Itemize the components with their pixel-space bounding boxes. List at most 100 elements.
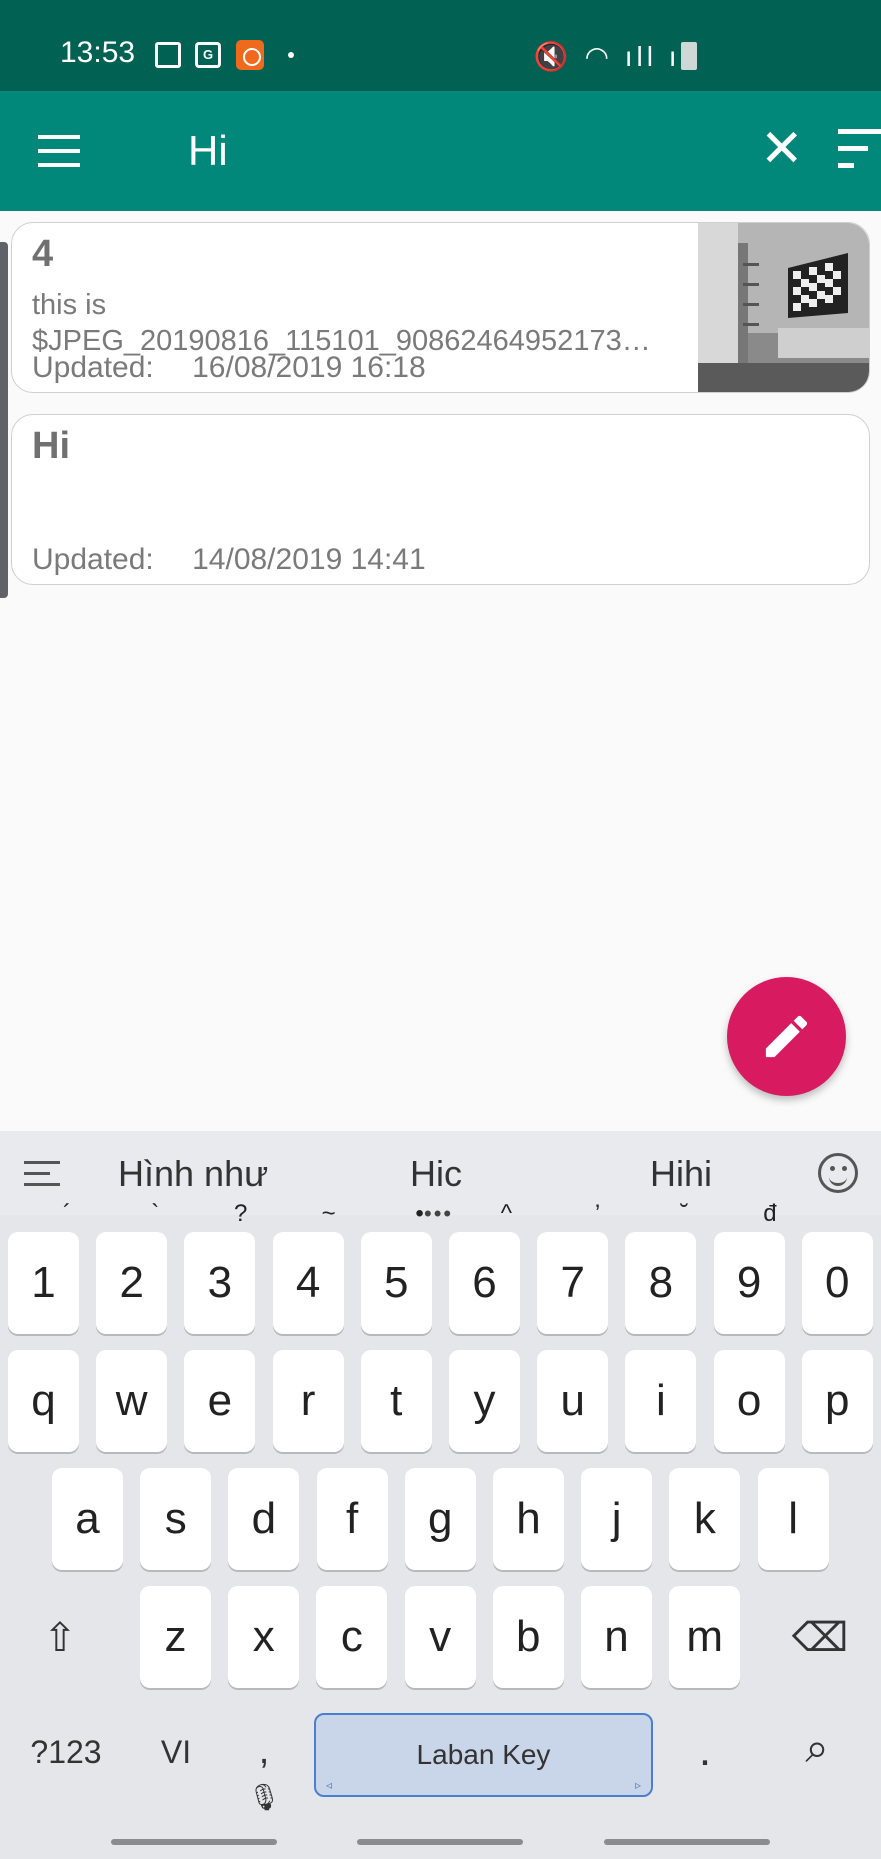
key-p[interactable]: p (801, 1350, 873, 1452)
key-label: w (115, 1376, 148, 1425)
note-card[interactable]: Hi Updated: 14/08/2019 14:41 (11, 414, 870, 585)
key-hint: ` (151, 1200, 160, 1227)
new-note-button[interactable] (727, 977, 846, 1096)
close-icon[interactable]: ✕ (760, 123, 804, 175)
updated-label: Updated: (32, 351, 154, 384)
key-label: z (164, 1612, 187, 1661)
search-input[interactable]: Hi (188, 127, 228, 175)
suggestion-1[interactable]: Hình như (118, 1153, 268, 1195)
key-4[interactable]: 4 ~ (272, 1202, 344, 1334)
key-0[interactable]: 0 (801, 1232, 873, 1334)
key-label: 6 (472, 1258, 497, 1307)
gallery-icon (155, 42, 181, 68)
key-d[interactable]: d (228, 1468, 300, 1570)
nav-bar-right[interactable] (604, 1839, 770, 1845)
key-l[interactable]: l (757, 1468, 829, 1570)
key-b[interactable]: b (492, 1586, 564, 1688)
key-label: 2 (119, 1258, 144, 1307)
note-title: 4 (32, 233, 54, 275)
key-g[interactable]: g (404, 1468, 476, 1570)
key-t[interactable]: t (360, 1350, 432, 1452)
space-key[interactable]: ◃ Laban Key ▹ (314, 1713, 653, 1797)
key-5[interactable]: 5 • (360, 1202, 432, 1334)
note-title: Hi (32, 425, 70, 467)
key-hint: ~ (321, 1200, 336, 1227)
cursor-right-icon: ▹ (634, 1778, 641, 1792)
nav-bar-home[interactable] (357, 1839, 523, 1845)
key-8[interactable]: 8 ˘ (625, 1202, 697, 1334)
key-label: p (825, 1376, 850, 1425)
key-hint: ’ (594, 1200, 601, 1227)
symbols-key[interactable]: ?123 (24, 1734, 108, 1771)
key-label: t (390, 1376, 403, 1425)
key-r[interactable]: r (272, 1350, 344, 1452)
key-n[interactable]: n (581, 1586, 652, 1688)
battery-icon (681, 42, 697, 70)
key-label: e (207, 1376, 233, 1425)
key-label: 7 (560, 1258, 585, 1307)
menu-icon[interactable] (38, 135, 80, 167)
key-a[interactable]: a (52, 1468, 123, 1570)
key-label: b (516, 1612, 541, 1661)
key-f[interactable]: f (316, 1468, 388, 1570)
status-time: 13:53 (60, 36, 136, 69)
key-i[interactable]: i (625, 1350, 697, 1452)
key-u[interactable]: u (537, 1350, 609, 1452)
cursor-left-icon: ◃ (326, 1778, 333, 1792)
key-hint: ^ (500, 1200, 512, 1227)
period-key[interactable]: . (690, 1726, 720, 1776)
sort-icon[interactable] (838, 129, 881, 173)
maps-icon: G (195, 42, 221, 68)
suggestion-2[interactable]: Hic (410, 1153, 462, 1195)
emoji-icon[interactable] (818, 1153, 858, 1193)
search-key-icon[interactable]: ⌕ (792, 1724, 842, 1773)
note-body: this is $JPEG_20190816_115101_9086246495… (32, 287, 702, 359)
key-label: a (75, 1494, 100, 1543)
key-2[interactable]: 2 ` (96, 1202, 168, 1334)
space-label: Laban Key (416, 1739, 551, 1770)
status-right-icons: 🔇 ◠ ıll ıll (533, 41, 701, 72)
key-j[interactable]: j (581, 1468, 653, 1570)
language-key[interactable]: VI (156, 1734, 196, 1771)
more-suggestions-icon[interactable]: ••• (424, 1201, 453, 1227)
nav-bar-left[interactable] (111, 1839, 277, 1845)
key-w[interactable]: w (96, 1350, 168, 1452)
key-label: v (429, 1612, 452, 1661)
recorder-icon (236, 40, 264, 70)
key-label: o (736, 1376, 762, 1425)
key-y[interactable]: y (449, 1350, 520, 1452)
key-label: i (656, 1376, 666, 1425)
key-hint: ˘ (680, 1200, 689, 1227)
edge-panel-handle[interactable] (0, 242, 8, 598)
search-toolbar: Hi ✕ (0, 91, 881, 211)
suggestion-3[interactable]: Hihi (650, 1153, 712, 1195)
shift-key[interactable]: ⇧ (28, 1603, 92, 1673)
key-o[interactable]: o (713, 1350, 785, 1452)
key-v[interactable]: v (404, 1586, 476, 1688)
key-k[interactable]: k (669, 1468, 741, 1570)
key-hint: • (415, 1200, 424, 1227)
keyboard-menu-icon[interactable] (24, 1161, 60, 1187)
key-hint: ? (234, 1200, 248, 1227)
key-label: l (788, 1494, 798, 1543)
key-label: 9 (736, 1258, 762, 1307)
key-1[interactable]: 1 ´ (8, 1202, 79, 1334)
key-q[interactable]: q (8, 1350, 79, 1452)
key-x[interactable]: x (228, 1586, 300, 1688)
key-7[interactable]: 7’ (537, 1202, 609, 1334)
comma-label: , (258, 1730, 270, 1772)
backspace-key[interactable]: ⌫ (790, 1603, 850, 1673)
note-card[interactable]: 4 this is $JPEG_20190816_115101_90862464… (11, 222, 870, 393)
key-h[interactable]: h (493, 1468, 564, 1570)
key-9[interactable]: 9đ (713, 1202, 785, 1334)
key-label: d (251, 1494, 277, 1543)
key-c[interactable]: c (316, 1586, 388, 1688)
key-6[interactable]: 6 ^ (449, 1202, 520, 1334)
comma-key[interactable]: ,🎙 (244, 1730, 284, 1816)
key-e[interactable]: e (184, 1350, 256, 1452)
key-s[interactable]: s (140, 1468, 212, 1570)
key-3[interactable]: 3? (184, 1202, 256, 1334)
note-thumbnail (698, 223, 869, 392)
key-z[interactable]: z (140, 1586, 211, 1688)
key-m[interactable]: m (669, 1586, 741, 1688)
